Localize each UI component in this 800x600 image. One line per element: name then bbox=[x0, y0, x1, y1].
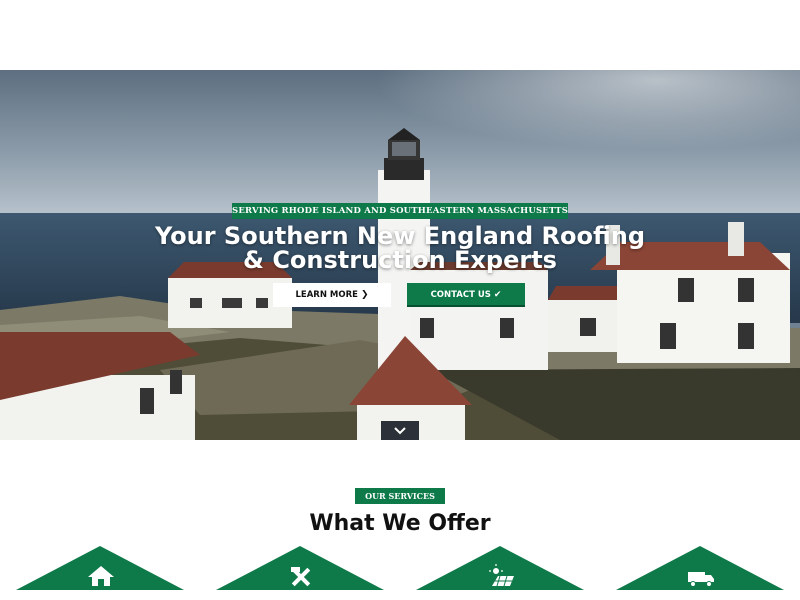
scroll-down-button[interactable] bbox=[381, 421, 419, 440]
hero-tagline: SERVING RHODE ISLAND AND SOUTHEASTERN MA… bbox=[232, 203, 568, 219]
hero-banner: SERVING RHODE ISLAND AND SOUTHEASTERN MA… bbox=[0, 70, 800, 440]
check-icon: ✔ bbox=[493, 290, 502, 300]
services-badge: OUR SERVICES bbox=[355, 488, 445, 504]
contact-us-label: CONTACT US bbox=[430, 290, 491, 300]
truck-icon bbox=[688, 572, 714, 587]
solar-panel-icon bbox=[489, 564, 514, 587]
services-title: What We Offer bbox=[309, 511, 491, 536]
tools-icon bbox=[291, 567, 311, 587]
service-tile-construction[interactable] bbox=[216, 546, 384, 590]
contact-us-button[interactable]: CONTACT US ✔ bbox=[407, 283, 525, 307]
house-icon bbox=[88, 566, 114, 586]
learn-more-button[interactable]: LEARN MORE ❯ bbox=[273, 283, 391, 307]
hero-title-line-1: Your Southern New England Roofing bbox=[154, 222, 646, 250]
hero-title: Your Southern New England Roofing & Cons… bbox=[60, 224, 740, 272]
learn-more-label: LEARN MORE bbox=[295, 290, 358, 300]
service-tile-solar[interactable] bbox=[416, 546, 584, 590]
chevron-right-icon: ❯ bbox=[360, 290, 369, 300]
service-tile-dumpster[interactable] bbox=[616, 546, 784, 590]
hero-title-line-2: & Construction Experts bbox=[243, 246, 557, 274]
chevron-down-icon bbox=[394, 427, 406, 435]
service-tile-roofing[interactable] bbox=[16, 546, 184, 590]
site-header bbox=[0, 0, 800, 70]
